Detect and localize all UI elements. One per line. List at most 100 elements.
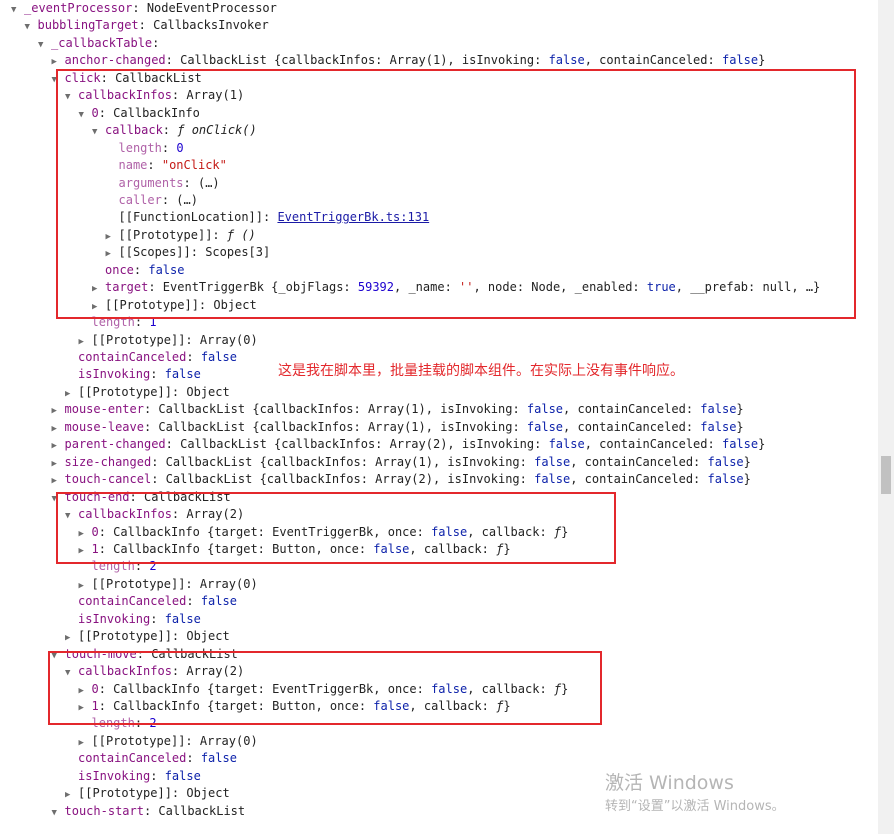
collapse-triangle-right-icon[interactable]: ▶ xyxy=(79,334,92,351)
property-value: , containCanceled: xyxy=(570,472,708,487)
tree-row: containCanceled: false xyxy=(65,593,237,610)
collapse-triangle-right-icon[interactable]: ▶ xyxy=(65,787,78,804)
property-value: false xyxy=(548,437,585,452)
collapse-triangle-right-icon[interactable]: ▶ xyxy=(79,735,92,752)
property-value: : CallbackList {callbackInfos: Array(1),… xyxy=(143,402,527,417)
property-key: size-changed xyxy=(64,454,152,469)
property-value: false xyxy=(164,367,201,382)
tree-row[interactable]: ▶ size-changed: CallbackList {callbackInf… xyxy=(52,454,751,471)
property-value: false xyxy=(164,611,201,626)
property-key: _callbackTable xyxy=(51,35,153,50)
property-value: : CallbackList {callbackInfos: Array(2),… xyxy=(151,472,535,487)
property-value: [[Prototype]]: Object xyxy=(78,384,230,399)
property-value: false xyxy=(700,419,737,434)
property-value: false xyxy=(526,402,564,417)
property-value: false xyxy=(721,53,759,68)
property-value: : CallbackList {callbackInfos: Array(1),… xyxy=(151,454,535,469)
collapse-triangle-right-icon[interactable]: ▶ xyxy=(52,403,65,420)
collapse-triangle-right-icon[interactable]: ▶ xyxy=(65,630,78,647)
property-key: containCanceled xyxy=(78,594,187,609)
collapse-triangle-right-icon[interactable]: ▶ xyxy=(52,473,65,490)
property-value: false xyxy=(707,454,744,469)
collapse-triangle-right-icon[interactable]: ▶ xyxy=(65,386,78,403)
property-value: false xyxy=(200,350,237,364)
expand-triangle-down-icon[interactable]: ▼ xyxy=(38,37,51,54)
property-key: isInvoking xyxy=(78,768,151,783)
property-value: false xyxy=(700,402,737,417)
property-value: } xyxy=(758,53,766,68)
highlight-box-click xyxy=(56,69,856,319)
property-key: parent-changed xyxy=(64,437,166,452)
property-value: false xyxy=(200,594,237,609)
property-value: : CallbacksInvoker xyxy=(138,18,269,33)
tree-row[interactable]: ▶ anchor-changed: CallbackList {callbackI… xyxy=(52,52,766,69)
property-value: false xyxy=(200,751,237,766)
property-key: _eventProcessor xyxy=(24,1,133,15)
property-value: : CallbackList {callbackInfos: Array(1),… xyxy=(165,53,549,68)
tree-row[interactable]: ▶ [[Prototype]]: Array(0) xyxy=(79,733,258,750)
tree-row[interactable]: ▶ [[Prototype]]: Object xyxy=(65,628,230,645)
property-value: : xyxy=(150,367,165,382)
tree-row[interactable]: ▶ [[Prototype]]: Object xyxy=(65,785,230,802)
expand-triangle-down-icon[interactable]: ▼ xyxy=(11,2,24,19)
property-key: containCanceled xyxy=(78,751,187,766)
property-value: , containCanceled: xyxy=(570,454,708,469)
tree-row[interactable]: ▼ bubblingTarget: CallbacksInvoker xyxy=(25,17,269,34)
collapse-triangle-right-icon[interactable]: ▶ xyxy=(52,438,65,455)
property-value: : CallbackList xyxy=(143,803,246,818)
tree-row[interactable]: ▼ _eventProcessor: NodeEventProcessor xyxy=(11,0,277,17)
tree-row[interactable]: ▶ [[Prototype]]: Object xyxy=(65,384,230,401)
expand-triangle-down-icon[interactable]: ▼ xyxy=(52,805,65,822)
property-value: } xyxy=(743,472,751,487)
tree-row[interactable]: ▼ touch-start: CallbackList xyxy=(52,803,246,820)
property-value: } xyxy=(736,402,744,417)
tree-row: isInvoking: false xyxy=(65,366,201,383)
tree-row[interactable]: ▼ _callbackTable: xyxy=(38,35,159,52)
property-value: } xyxy=(743,454,751,469)
property-key: anchor-changed xyxy=(64,53,166,68)
property-value: false xyxy=(534,472,571,487)
tree-row: containCanceled: false xyxy=(65,750,237,767)
property-value: : CallbackList {callbackInfos: Array(1),… xyxy=(143,419,527,434)
collapse-triangle-right-icon[interactable]: ▶ xyxy=(52,456,65,473)
property-key: bubblingTarget xyxy=(37,18,139,33)
activate-windows-subtitle: 转到“设置”以激活 Windows。 xyxy=(605,799,785,814)
property-value: , containCanceled: xyxy=(584,437,722,452)
scrollbar-thumb[interactable] xyxy=(881,456,891,494)
collapse-triangle-right-icon[interactable]: ▶ xyxy=(52,421,65,438)
property-value: false xyxy=(526,419,564,434)
tree-row[interactable]: ▶ parent-changed: CallbackList {callbackI… xyxy=(52,436,766,453)
tree-row[interactable]: ▶ mouse-enter: CallbackList {callbackInfo… xyxy=(52,401,744,418)
property-value: [[Prototype]]: Array(0) xyxy=(91,332,258,347)
tree-row[interactable]: ▶ [[Prototype]]: Array(0) xyxy=(79,576,258,593)
property-value: , containCanceled: xyxy=(563,402,701,417)
property-key: isInvoking xyxy=(78,611,151,626)
tree-row[interactable]: ▶ touch-cancel: CallbackList {callbackInf… xyxy=(52,471,751,488)
property-value: [[Prototype]]: Array(0) xyxy=(91,576,258,591)
vertical-scrollbar[interactable] xyxy=(878,0,894,834)
annotation-note: 这是我在脚本里，批量挂载的脚本组件。在实际上没有事件响应。 xyxy=(278,363,684,379)
tree-row[interactable]: ▶ [[Prototype]]: Array(0) xyxy=(79,332,258,349)
collapse-triangle-right-icon[interactable]: ▶ xyxy=(79,578,92,595)
tree-row: isInvoking: false xyxy=(65,611,201,628)
property-value: [[Prototype]]: Object xyxy=(78,629,230,644)
property-value: : CallbackList {callbackInfos: Array(2),… xyxy=(165,437,549,452)
property-key: containCanceled xyxy=(78,350,187,364)
property-key: isInvoking xyxy=(78,367,151,382)
tree-row[interactable]: ▶ mouse-leave: CallbackList {callbackInfo… xyxy=(52,419,744,436)
property-key: mouse-enter xyxy=(64,402,144,417)
property-value: : xyxy=(186,751,201,766)
property-value: false xyxy=(548,53,585,68)
property-value: : xyxy=(152,35,160,50)
property-value: [[Prototype]]: Array(0) xyxy=(91,733,258,748)
property-value: [[Prototype]]: Object xyxy=(78,786,230,801)
property-value: , containCanceled: xyxy=(563,419,701,434)
activate-windows-title: 激活 Windows xyxy=(605,772,734,794)
property-key: mouse-leave xyxy=(64,419,144,434)
property-value: false xyxy=(707,472,744,487)
property-value: false xyxy=(721,437,759,452)
highlight-box-touch-end xyxy=(56,492,616,564)
expand-triangle-down-icon[interactable]: ▼ xyxy=(25,19,38,36)
property-value: : xyxy=(186,350,201,364)
property-value: false xyxy=(164,768,201,783)
